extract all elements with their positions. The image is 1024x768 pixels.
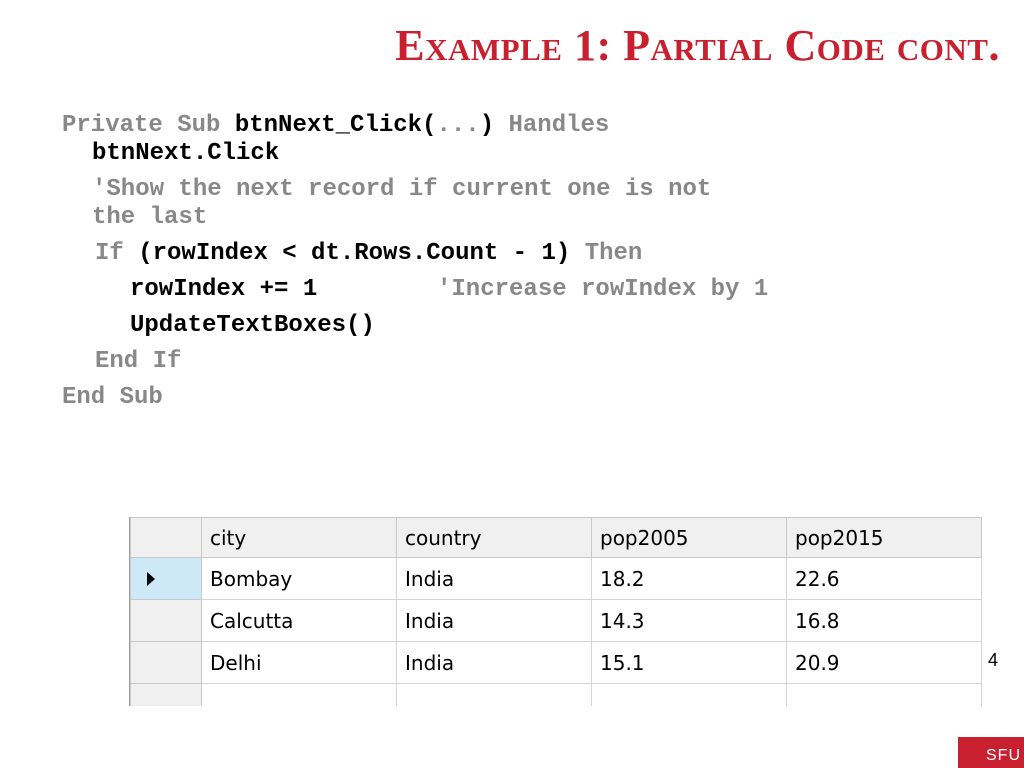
row-header[interactable] (130, 641, 202, 684)
code-line-update: UpdateTextBoxes() (130, 312, 375, 339)
column-header-pop2015[interactable]: pop2015 (786, 517, 982, 558)
code-line-if: If (rowIndex < dt.Rows.Count - 1) Then (95, 240, 642, 268)
code-line-end-if: End If (95, 348, 182, 375)
grid-cell[interactable] (786, 683, 982, 706)
method-name: btnNext_Click( (234, 112, 437, 139)
grid-cell[interactable]: Calcutta (201, 599, 397, 642)
keyword-then: Then (584, 240, 643, 267)
data-grid-table: city country pop2005 pop2015 Bombay Indi… (130, 517, 982, 706)
grid-cell[interactable]: 18.2 (591, 557, 787, 600)
grid-cell[interactable]: Delhi (201, 641, 397, 684)
grid-cell[interactable]: 22.6 (786, 557, 982, 600)
column-header-city[interactable]: city (201, 517, 397, 558)
keyword-handles: Handles (508, 112, 610, 139)
data-grid[interactable]: city country pop2005 pop2015 Bombay Indi… (129, 517, 991, 706)
sfu-logo: SFU (958, 737, 1024, 768)
row-header[interactable] (130, 599, 202, 642)
grid-cell[interactable]: India (396, 599, 592, 642)
keyword-private-sub: Private Sub (62, 112, 235, 139)
column-header-pop2005[interactable]: pop2005 (591, 517, 787, 558)
method-paren: ) (479, 112, 509, 139)
grid-header-row: city country pop2005 pop2015 (130, 517, 982, 558)
grid-cell[interactable] (201, 683, 397, 706)
keyword-if: If (95, 240, 139, 267)
code-comment-2: the last (92, 204, 208, 231)
current-row-arrow-icon (147, 571, 155, 586)
table-row[interactable] (130, 683, 982, 706)
grid-cell[interactable]: 15.1 (591, 641, 787, 684)
code-line-end-sub: End Sub (62, 384, 163, 411)
grid-cell[interactable] (396, 683, 592, 706)
grid-cell[interactable]: 14.3 (591, 599, 787, 642)
grid-cell[interactable] (591, 683, 787, 706)
code-line-increment: rowIndex += 1 (130, 276, 317, 304)
increment-statement: rowIndex += 1 (130, 276, 318, 303)
table-row[interactable]: Calcutta India 14.3 16.8 (130, 599, 982, 642)
code-line-2: btnNext.Click (92, 140, 280, 167)
grid-cell[interactable]: India (396, 641, 592, 684)
grid-corner-cell[interactable] (130, 517, 202, 558)
grid-cell[interactable]: Bombay (201, 557, 397, 600)
code-comment-increment: 'Increase rowIndex by 1 (437, 276, 769, 303)
grid-cell[interactable]: 20.9 (786, 641, 982, 684)
if-condition: (rowIndex < dt.Rows.Count - 1) (138, 240, 585, 267)
row-header[interactable] (130, 683, 202, 706)
slide-title: Example 1: Partial Code cont. (395, 21, 1000, 70)
column-header-country[interactable]: country (396, 517, 592, 558)
code-line-1: Private Sub btnNext_Click(...) Handles (62, 112, 609, 140)
table-row[interactable]: Delhi India 15.1 20.9 (130, 641, 982, 684)
grid-cell[interactable]: India (396, 557, 592, 600)
method-args: ... (436, 112, 480, 139)
code-comment-1: 'Show the next record if current one is … (92, 176, 712, 203)
table-row[interactable]: Bombay India 18.2 22.6 (130, 557, 982, 600)
row-header-selected[interactable] (130, 557, 202, 600)
grid-cell[interactable]: 16.8 (786, 599, 982, 642)
page-number: 4 (988, 650, 999, 670)
